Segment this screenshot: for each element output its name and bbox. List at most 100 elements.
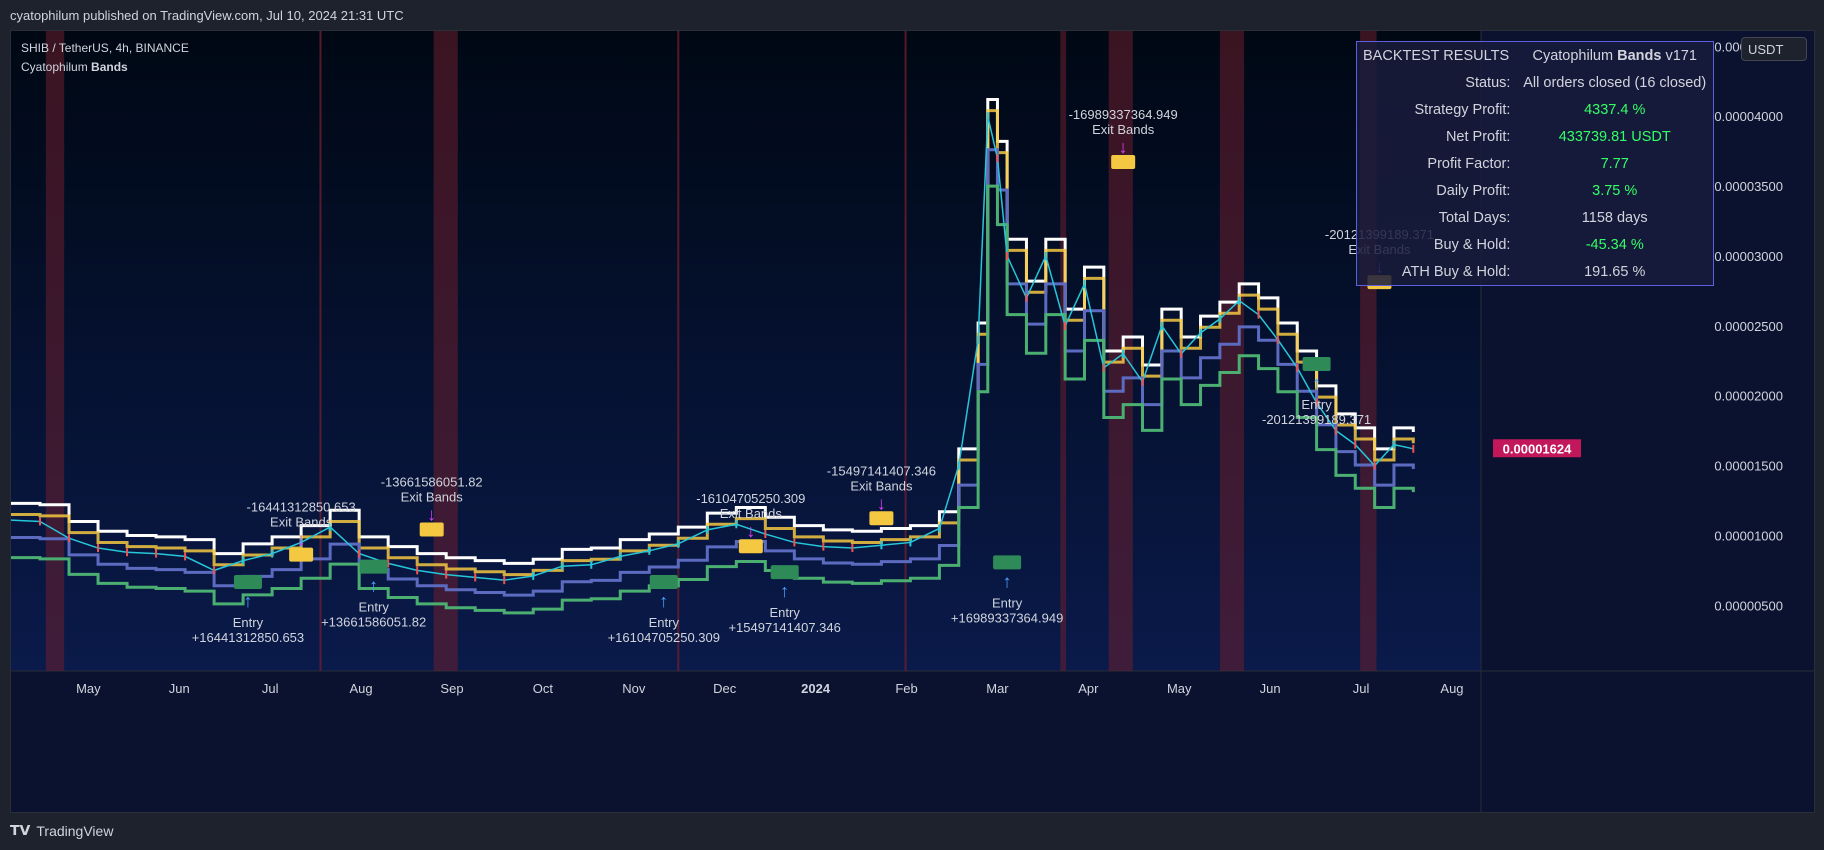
- exit-arrow-icon: ↓: [297, 530, 306, 550]
- strategy-version: v171: [1665, 47, 1697, 64]
- entry-amount-label: +13661586051.82: [321, 615, 426, 630]
- exit-amount-label: -16104705250.309: [696, 491, 805, 506]
- exit-amount-label: -15497141407.346: [827, 463, 936, 478]
- backtest-row: Strategy Profit: 4337.4 %: [1357, 96, 1713, 123]
- backtest-row-label: Strategy Profit:: [1414, 101, 1511, 118]
- exit-tag: [419, 522, 444, 537]
- exit-arrow-icon: ↓: [877, 493, 886, 513]
- x-tick-label: Jun: [169, 681, 190, 696]
- chart-frame[interactable]: ↑ Entry +16441312850.653 ↓ -16441312850.653 E…: [10, 30, 1815, 813]
- long-tag: [649, 574, 678, 589]
- backtest-row-label: Buy & Hold:: [1433, 236, 1511, 253]
- backtest-row-label: Net Profit:: [1445, 128, 1511, 145]
- entry-amount-label: +16441312850.653: [192, 630, 304, 645]
- x-tick-label: Aug: [1440, 681, 1463, 696]
- backtest-row-label: Status:: [1465, 74, 1511, 91]
- y-tick-label: 0.00002000: [1714, 389, 1783, 404]
- chart-legend: SHIB / TetherUS, 4h, BINANCE Cyatophilum…: [21, 39, 189, 77]
- strategy-title: Cyatophilum Bands v171: [1516, 42, 1713, 69]
- backtest-row-label: Total Days:: [1438, 209, 1511, 226]
- backtest-row-value: 7.77: [1600, 155, 1629, 172]
- backtest-title: BACKTEST RESULTS: [1363, 47, 1510, 64]
- backtest-row: Daily Profit: 3.75 %: [1357, 177, 1713, 204]
- backtest-row-value: -45.34 %: [1585, 236, 1644, 253]
- backtest-row: Total Days: 1158 days: [1357, 204, 1713, 231]
- exit-arrow-icon: ↓: [746, 521, 755, 541]
- backtest-row-label: ATH Buy & Hold:: [1401, 263, 1511, 280]
- x-tick-label: Jul: [262, 681, 279, 696]
- long-tag: [359, 559, 388, 574]
- currency-selector-button[interactable]: USDT: [1741, 37, 1807, 61]
- exit-arrow-icon: ↓: [427, 504, 436, 524]
- last-price-label: 0.00001624: [1503, 441, 1572, 456]
- strategy-name: Cyatophilum: [1532, 47, 1614, 64]
- entry-arrow-icon: ↑: [243, 591, 252, 611]
- backtest-row: Profit Factor: 7.77: [1357, 150, 1713, 177]
- y-tick-label: 0.00001500: [1714, 459, 1783, 474]
- y-tick-label: 0.00000500: [1714, 598, 1783, 613]
- exit-label: Exit Bands: [270, 515, 333, 530]
- backtest-row: ATH Buy & Hold: 191.65 %: [1357, 258, 1713, 285]
- exit-amount-label: -16989337364.949: [1069, 107, 1178, 122]
- x-tick-label: Apr: [1078, 681, 1099, 696]
- y-tick-label: 0.00004000: [1714, 109, 1783, 124]
- exit-amount-label: -16441312850.653: [247, 500, 356, 515]
- entry-label: Entry: [1301, 397, 1332, 412]
- footer-brand: TradingView: [36, 822, 114, 839]
- x-tick-label: Aug: [350, 681, 373, 696]
- backtest-row-value: All orders closed (16 closed): [1523, 74, 1707, 91]
- backtest-results-panel: BACKTEST RESULTS Cyatophilum Bands v171 …: [1356, 41, 1714, 286]
- strategy-bold: Bands: [1617, 47, 1662, 64]
- y-tick-label: 0.00003000: [1714, 249, 1783, 264]
- backtest-row: Buy & Hold: -45.34 %: [1357, 231, 1713, 258]
- entry-arrow-icon: ↑: [659, 591, 668, 611]
- long-tag: [770, 565, 799, 580]
- shaded-region: [45, 31, 65, 671]
- exit-tag: [1111, 154, 1136, 169]
- backtest-row: Status: All orders closed (16 closed): [1357, 69, 1713, 96]
- exit-label: Exit Bands: [401, 489, 464, 504]
- entry-amount-label: +15497141407.346: [728, 620, 840, 635]
- backtest-row: Net Profit: 433739.81 USDT: [1357, 123, 1713, 150]
- y-tick-label: 0.00002500: [1714, 319, 1783, 334]
- x-tick-label: Sep: [440, 681, 463, 696]
- x-tick-label: May: [1167, 681, 1192, 696]
- long-tag: [233, 574, 262, 589]
- entry-label: Entry: [770, 605, 801, 620]
- x-tick-label: Mar: [986, 681, 1009, 696]
- symbol-label[interactable]: SHIB / TetherUS, 4h, BINANCE: [21, 39, 189, 58]
- exit-tag: [869, 511, 894, 526]
- entry-arrow-icon: ↑: [1312, 373, 1321, 393]
- exit-label: Exit Bands: [720, 506, 783, 521]
- x-tick-label: Nov: [622, 681, 646, 696]
- exit-tag: [738, 539, 763, 554]
- entry-label: Entry: [358, 600, 389, 615]
- x-tick-label: 2024: [801, 681, 831, 696]
- exit-tag: [289, 547, 314, 562]
- footer: 𝗧𝗩 TradingView: [10, 822, 113, 839]
- shaded-region: [1219, 31, 1245, 671]
- indicator-bold: Bands: [91, 60, 128, 74]
- backtest-row-label: Daily Profit:: [1436, 182, 1511, 199]
- backtest-row-value: 3.75 %: [1592, 182, 1638, 199]
- x-tick-label: Jun: [1260, 681, 1281, 696]
- x-tick-label: Feb: [895, 681, 917, 696]
- indicator-name: Cyatophilum: [21, 60, 88, 74]
- backtest-row-value: 1158 days: [1581, 209, 1648, 226]
- long-tag: [1302, 356, 1331, 371]
- backtest-row-value: 433739.81 USDT: [1558, 128, 1671, 145]
- indicator-label[interactable]: Cyatophilum Bands: [21, 58, 189, 77]
- x-tick-label: May: [76, 681, 101, 696]
- published-header: cyatophilum published on TradingView.com…: [10, 8, 404, 23]
- exit-label: Exit Bands: [1092, 122, 1155, 137]
- entry-arrow-icon: ↑: [369, 576, 378, 596]
- backtest-row-value: 191.65 %: [1584, 263, 1646, 280]
- entry-amount-label: +16104705250.309: [608, 630, 720, 645]
- x-tick-label: Oct: [533, 681, 554, 696]
- entry-label: Entry: [992, 595, 1023, 610]
- entry-amount-label: +16989337364.949: [951, 610, 1063, 625]
- y-tick-label: 0.00003500: [1714, 179, 1783, 194]
- plot-background: [11, 31, 1481, 671]
- exit-arrow-icon: ↓: [1119, 137, 1128, 157]
- long-tag: [993, 555, 1022, 570]
